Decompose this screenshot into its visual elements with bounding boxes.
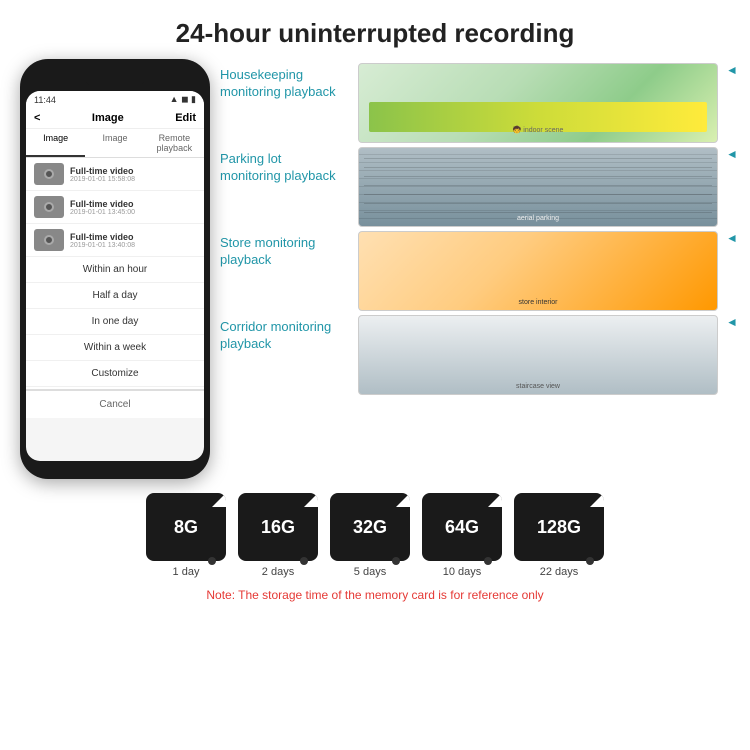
phone-list-item-1[interactable]: Full-time video 2019-01-01 15:58:08 xyxy=(26,158,204,191)
sd-days-128g: 22 days xyxy=(540,566,579,578)
monitoring-image-housekeeping: 🧒 indoor scene xyxy=(358,63,718,143)
page-title: 24-hour uninterrupted recording xyxy=(0,0,750,59)
phone-time: 11:44 xyxy=(34,95,56,105)
phone-tab-remote[interactable]: Remote playback xyxy=(145,129,204,157)
storage-card-16g: 16G 2 days xyxy=(238,493,318,578)
main-content: 11:44 ▲ ◼ ▮ < Image Edit Image Image Rem… xyxy=(0,59,750,479)
dropdown-item-customize[interactable]: Customize xyxy=(26,361,204,387)
monitoring-row-corridor: Corridor monitoring playback staircase v… xyxy=(220,315,740,395)
connector-2: ◄ xyxy=(726,147,740,161)
phone-notch xyxy=(85,73,145,87)
monitoring-label-housekeeping: Housekeeping monitoring playback xyxy=(220,63,350,101)
phone-cancel-btn[interactable]: Cancel xyxy=(26,389,204,418)
storage-card-128g: 128G 22 days xyxy=(514,493,604,578)
sd-card-128g: 128G xyxy=(514,493,604,561)
phone-header-title: Image xyxy=(92,112,124,124)
dropdown-item-oneday[interactable]: In one day xyxy=(26,309,204,335)
monitoring-image-parking: aerial parking xyxy=(358,147,718,227)
connector-1: ◄ xyxy=(726,63,740,77)
storage-card-8g: 8G 1 day xyxy=(146,493,226,578)
phone-body: 11:44 ▲ ◼ ▮ < Image Edit Image Image Rem… xyxy=(20,59,210,479)
monitoring-row-housekeeping: Housekeeping monitoring playback 🧒 indoo… xyxy=(220,63,740,143)
phone-mockup: 11:44 ▲ ◼ ▮ < Image Edit Image Image Rem… xyxy=(20,59,210,479)
dropdown-item-hour[interactable]: Within an hour xyxy=(26,257,204,283)
sd-days-16g: 2 days xyxy=(262,566,294,578)
phone-edit-btn[interactable]: Edit xyxy=(175,112,196,124)
connector-4: ◄ xyxy=(726,315,740,329)
storage-note: Note: The storage time of the memory car… xyxy=(206,588,543,602)
phone-tab-image2[interactable]: Image xyxy=(85,129,144,157)
sd-card-64g: 64G xyxy=(422,493,502,561)
phone-header: < Image Edit xyxy=(26,108,204,129)
sd-card-8g: 8G xyxy=(146,493,226,561)
phone-tab-image[interactable]: Image xyxy=(26,129,85,157)
phone-item-date-1: 2019-01-01 15:58:08 xyxy=(70,176,196,183)
storage-section: 8G 1 day 16G 2 days 32G 5 days 64G 10 da… xyxy=(0,479,750,608)
phone-thumb-3 xyxy=(34,229,64,251)
phone-status-bar: 11:44 ▲ ◼ ▮ xyxy=(26,91,204,108)
sd-card-16g: 16G xyxy=(238,493,318,561)
monitoring-row-store: Store monitoring playback store interior… xyxy=(220,231,740,311)
phone-back-btn[interactable]: < xyxy=(34,112,40,124)
phone-thumb-1 xyxy=(34,163,64,185)
phone-item-date-2: 2019-01-01 13:45:00 xyxy=(70,209,196,216)
phone-icons: ▲ ◼ ▮ xyxy=(170,94,196,105)
monitoring-label-parking: Parking lot monitoring playback xyxy=(220,147,350,185)
dropdown-item-week[interactable]: Within a week xyxy=(26,335,204,361)
storage-card-64g: 64G 10 days xyxy=(422,493,502,578)
phone-item-title-1: Full-time video xyxy=(70,166,196,176)
monitoring-image-corridor: staircase view xyxy=(358,315,718,395)
phone-item-date-3: 2019-01-01 13:40:08 xyxy=(70,242,196,249)
storage-cards: 8G 1 day 16G 2 days 32G 5 days 64G 10 da… xyxy=(146,493,604,578)
phone-list-item-3[interactable]: Full-time video 2019-01-01 13:40:08 xyxy=(26,224,204,257)
storage-card-32g: 32G 5 days xyxy=(330,493,410,578)
sd-days-32g: 5 days xyxy=(354,566,386,578)
sd-card-32g: 32G xyxy=(330,493,410,561)
monitoring-label-corridor: Corridor monitoring playback xyxy=(220,315,350,353)
phone-item-title-3: Full-time video xyxy=(70,232,196,242)
phone-item-title-2: Full-time video xyxy=(70,199,196,209)
sd-days-8g: 1 day xyxy=(173,566,200,578)
monitoring-image-store: store interior xyxy=(358,231,718,311)
connector-3: ◄ xyxy=(726,231,740,245)
phone-dropdown: Within an hour Half a day In one day Wit… xyxy=(26,257,204,418)
phone-tabs: Image Image Remote playback xyxy=(26,129,204,158)
sd-days-64g: 10 days xyxy=(443,566,482,578)
monitoring-row-parking: Parking lot monitoring playback aerial p… xyxy=(220,147,740,227)
phone-screen: 11:44 ▲ ◼ ▮ < Image Edit Image Image Rem… xyxy=(26,91,204,461)
right-panel: Housekeeping monitoring playback 🧒 indoo… xyxy=(220,59,740,395)
phone-list-item-2[interactable]: Full-time video 2019-01-01 13:45:00 xyxy=(26,191,204,224)
dropdown-item-halfday[interactable]: Half a day xyxy=(26,283,204,309)
phone-thumb-2 xyxy=(34,196,64,218)
monitoring-label-store: Store monitoring playback xyxy=(220,231,350,269)
